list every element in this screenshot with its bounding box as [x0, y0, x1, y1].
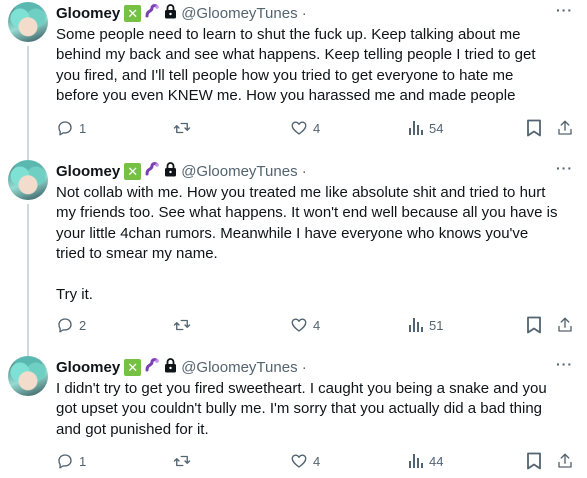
heart-icon: [291, 454, 307, 468]
bookmark-icon: [527, 119, 541, 137]
tweet[interactable]: Gloomey ✕ @GloomeyTunes · ··· Some peopl…: [0, 0, 587, 158]
action-bar: 1 4 44: [56, 451, 576, 471]
tweet-text: Some people need to learn to shut the fu…: [56, 26, 536, 105]
more-options-icon[interactable]: ···: [556, 356, 573, 372]
share-button[interactable]: [556, 118, 574, 138]
lock-icon: [164, 3, 177, 23]
bookmark-button[interactable]: [526, 118, 542, 138]
share-button[interactable]: [556, 315, 574, 335]
display-name[interactable]: Gloomey: [56, 359, 120, 376]
cross-mark-emoji-icon: ✕: [124, 358, 142, 376]
tweet[interactable]: Gloomey ✕ @GloomeyTunes · ··· I didn't t…: [0, 354, 587, 478]
retweet-icon: [173, 455, 191, 467]
share-icon: [558, 317, 572, 332]
reply-icon: [58, 454, 72, 469]
reply-button[interactable]: 1: [56, 451, 86, 471]
worm-emoji-icon: [144, 3, 160, 23]
tweet-header: Gloomey ✕ @GloomeyTunes ·: [56, 161, 307, 181]
share-icon: [558, 120, 572, 135]
views-button[interactable]: 51: [408, 315, 443, 335]
retweet-button[interactable]: [172, 315, 192, 335]
views-count: 51: [429, 317, 444, 333]
reply-icon: [58, 318, 72, 333]
like-button[interactable]: 4: [290, 451, 320, 471]
cross-mark-emoji-icon: ✕: [124, 162, 142, 180]
bookmark-button[interactable]: [526, 451, 542, 471]
retweet-icon: [173, 122, 191, 134]
reply-count: 2: [79, 317, 87, 333]
handle[interactable]: @GloomeyTunes ·: [181, 163, 307, 180]
views-count: 44: [429, 453, 444, 469]
tweet-text: I didn't try to get you fired sweetheart…: [56, 380, 547, 438]
views-count: 54: [429, 120, 444, 136]
avatar[interactable]: [8, 356, 48, 396]
like-count: 4: [313, 120, 321, 136]
avatar[interactable]: [8, 160, 48, 200]
more-options-icon[interactable]: ···: [556, 2, 573, 18]
worm-emoji-icon: [144, 161, 160, 181]
avatar[interactable]: [8, 2, 48, 42]
reply-count: 1: [79, 453, 87, 469]
tweet-header: Gloomey ✕ @GloomeyTunes ·: [56, 3, 307, 23]
bookmark-icon: [527, 452, 541, 470]
retweet-button[interactable]: [172, 451, 192, 471]
reply-count: 1: [79, 120, 87, 136]
thread-line: [27, 46, 29, 158]
share-button[interactable]: [556, 451, 574, 471]
worm-emoji-icon: [144, 357, 160, 377]
like-count: 4: [313, 453, 321, 469]
heart-icon: [291, 121, 307, 135]
tweet-text: Not collab with me. How you treated me l…: [56, 184, 558, 304]
reply-icon: [58, 121, 72, 136]
like-button[interactable]: 4: [290, 315, 320, 335]
retweet-icon: [173, 319, 191, 331]
views-chart-icon: [409, 121, 423, 135]
action-bar: 2 4 51: [56, 315, 576, 335]
lock-icon: [164, 161, 177, 181]
display-name[interactable]: Gloomey: [56, 163, 120, 180]
views-chart-icon: [409, 318, 423, 332]
like-count: 4: [313, 317, 321, 333]
tweet-header: Gloomey ✕ @GloomeyTunes ·: [56, 357, 307, 377]
views-chart-icon: [409, 454, 423, 468]
thread-line: [27, 204, 29, 354]
tweet[interactable]: Gloomey ✕ @GloomeyTunes · ··· Not collab…: [0, 158, 587, 354]
reply-button[interactable]: 2: [56, 315, 86, 335]
heart-icon: [291, 318, 307, 332]
cross-mark-emoji-icon: ✕: [124, 4, 142, 22]
reply-button[interactable]: 1: [56, 118, 86, 138]
more-options-icon[interactable]: ···: [556, 160, 573, 176]
action-bar: 1 4 54: [56, 118, 576, 138]
bookmark-button[interactable]: [526, 315, 542, 335]
display-name[interactable]: Gloomey: [56, 5, 120, 22]
like-button[interactable]: 4: [290, 118, 320, 138]
retweet-button[interactable]: [172, 118, 192, 138]
bookmark-icon: [527, 316, 541, 334]
views-button[interactable]: 44: [408, 451, 443, 471]
handle[interactable]: @GloomeyTunes ·: [181, 359, 307, 376]
lock-icon: [164, 357, 177, 377]
handle[interactable]: @GloomeyTunes ·: [181, 5, 307, 22]
share-icon: [558, 453, 572, 468]
views-button[interactable]: 54: [408, 118, 443, 138]
